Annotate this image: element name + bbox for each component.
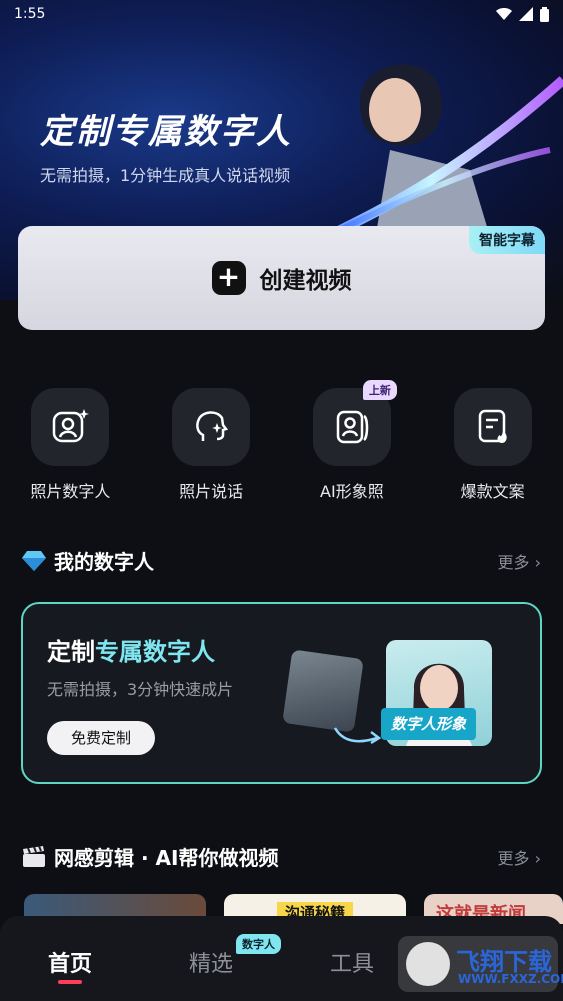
clapperboard-icon <box>23 845 45 867</box>
video-edit-title: 网感剪辑 · AI帮你做视频 <box>54 846 279 870</box>
digital-human-tag: 数字人形象 <box>381 708 477 740</box>
tool-icon-box <box>31 388 110 466</box>
portrait-card-icon <box>336 410 369 444</box>
section-title: 网感剪辑 · AI帮你做视频 <box>22 842 278 871</box>
status-bar: 1:55 <box>0 0 563 28</box>
plus-icon: + <box>211 261 246 295</box>
smart-caption-badge: 智能字幕 <box>469 226 545 254</box>
tool-photo-digital-human[interactable]: 照片数字人 <box>0 388 141 502</box>
talking-head-icon <box>196 411 229 441</box>
free-customize-button[interactable]: 免费定制 <box>47 721 155 755</box>
create-video-button[interactable]: + 创建视频 智能字幕 <box>18 226 545 330</box>
tool-icon-box <box>453 388 532 466</box>
more-link[interactable]: 更多 › <box>497 549 541 573</box>
more-label: 更多 <box>497 552 530 572</box>
diamond-icon <box>22 550 46 571</box>
card-title-prefix: 定制 <box>47 638 95 666</box>
signal-icon <box>519 7 533 21</box>
tab-tools[interactable]: 工具 <box>330 946 374 978</box>
watermark: 飞翔下载 WWW.FXXZ.COM <box>398 936 563 992</box>
document-fire-icon <box>478 409 507 443</box>
watermark-logo-icon <box>406 942 450 986</box>
chevron-right-icon: › <box>534 848 541 868</box>
section-title: 我的数字人 <box>22 546 154 575</box>
wifi-icon <box>496 7 512 20</box>
card-title-accent: 专属数字人 <box>95 638 215 666</box>
tool-label: AI形象照 <box>320 482 384 501</box>
card-title: 定制专属数字人 <box>47 632 215 667</box>
hero-title: 定制专属数字人 <box>40 112 292 152</box>
my-digital-human-title: 我的数字人 <box>54 550 154 574</box>
more-link[interactable]: 更多 › <box>497 845 541 869</box>
digital-human-badge: 数字人 <box>236 934 281 954</box>
hero-subtitle: 无需拍摄，1分钟生成真人说话视频 <box>40 166 291 185</box>
video-edit-header: 网感剪辑 · AI帮你做视频 更多 › <box>22 842 541 871</box>
tool-label: 照片数字人 <box>30 482 111 501</box>
tool-icon-box <box>172 388 251 466</box>
tool-ai-portrait[interactable]: 上新 AI形象照 <box>282 380 423 502</box>
status-time: 1:55 <box>14 6 46 22</box>
more-label: 更多 <box>497 848 530 868</box>
curved-arrow-icon <box>333 727 382 745</box>
portrait-sparkle-icon <box>53 409 90 443</box>
status-icons <box>496 6 549 22</box>
tool-label: 照片说话 <box>179 482 244 501</box>
chevron-right-icon: › <box>534 552 541 572</box>
tool-grid: 照片数字人 照片说话 上新 AI形象照 爆款文案 <box>0 380 563 502</box>
tool-label: 爆款文案 <box>460 482 525 501</box>
active-tab-indicator <box>58 980 82 984</box>
tool-photo-talking[interactable]: 照片说话 <box>141 388 282 502</box>
tab-featured[interactable]: 精选 <box>189 946 233 978</box>
tab-home[interactable]: 首页 <box>48 946 92 978</box>
new-badge: 上新 <box>362 380 397 400</box>
tool-icon-box: 上新 <box>312 380 397 466</box>
create-video-label: 创建视频 <box>259 268 352 294</box>
source-photo <box>282 649 364 733</box>
card-subtitle: 无需拍摄，3分钟快速成片 <box>47 680 234 699</box>
tool-hot-copywriting[interactable]: 爆款文案 <box>422 388 563 502</box>
watermark-url: WWW.FXXZ.COM <box>458 972 563 986</box>
battery-icon <box>540 6 549 22</box>
custom-digital-human-card[interactable]: 定制专属数字人 无需拍摄，3分钟快速成片 免费定制 数字人形象 <box>21 602 542 784</box>
my-digital-human-header: 我的数字人 更多 › <box>22 546 541 575</box>
